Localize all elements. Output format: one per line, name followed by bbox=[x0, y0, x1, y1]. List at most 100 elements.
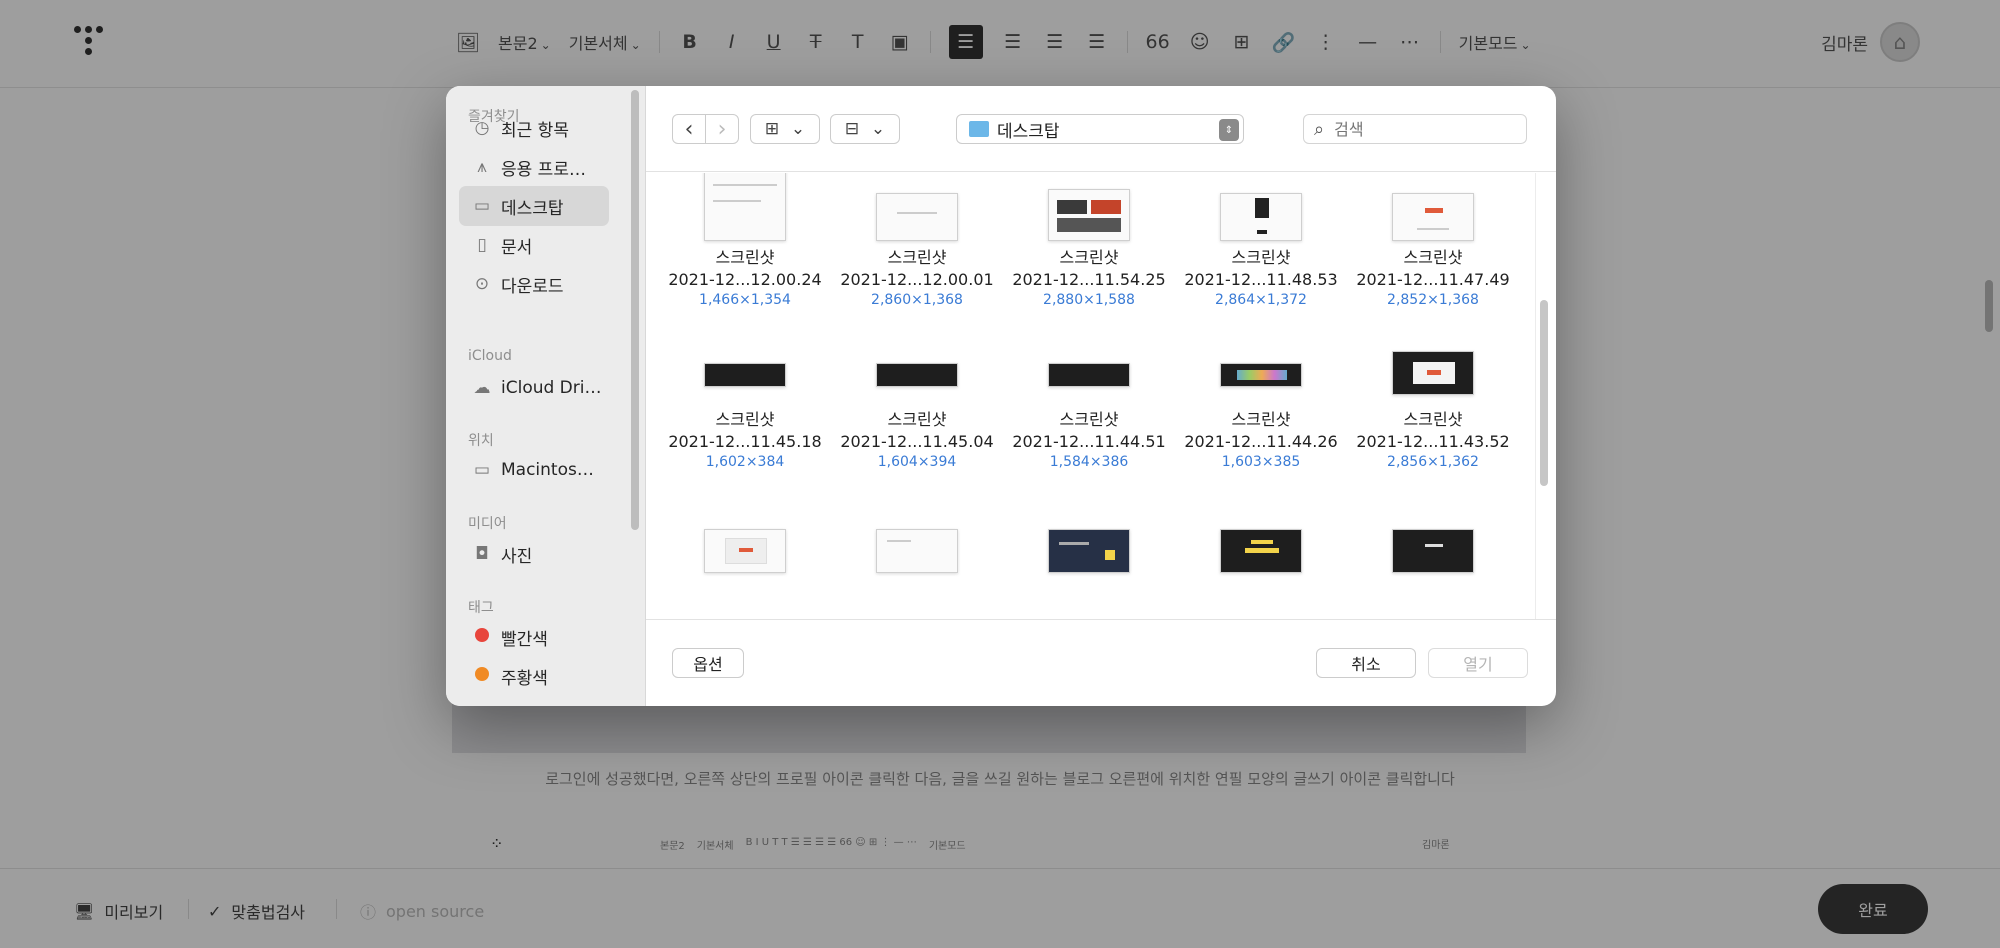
file-date: 2021-12...11.45.04 bbox=[840, 432, 994, 451]
sidebar-item-label: 최근 항목 bbox=[501, 120, 569, 141]
file-thumbnail bbox=[876, 193, 958, 241]
file-name: 스크린샷 bbox=[1059, 410, 1119, 429]
search-input[interactable] bbox=[1334, 119, 1495, 139]
file-dimensions: 2,856×1,362 bbox=[1387, 454, 1479, 470]
file-item[interactable] bbox=[660, 529, 830, 573]
file-item[interactable]: 스크린샷 2021-12...11.43.52 2,856×1,362 bbox=[1348, 351, 1518, 470]
locations-header: 위치 bbox=[468, 433, 494, 449]
file-item[interactable]: 스크린샷 2021-12...12.00.01 2,860×1,368 bbox=[832, 173, 1002, 308]
sidebar-item-label: 빨간색 bbox=[501, 629, 548, 650]
sidebar-item-icloud-drive[interactable]: ☁ iCloud Dri… bbox=[459, 368, 609, 408]
sidebar-item-label: 주황색 bbox=[501, 668, 548, 689]
file-thumbnail bbox=[1392, 529, 1474, 573]
file-thumbnail bbox=[1220, 363, 1302, 387]
file-date: 2021-12...11.47.49 bbox=[1356, 270, 1510, 289]
forward-button[interactable]: › bbox=[705, 114, 739, 144]
sidebar-item-label: 다운로드 bbox=[501, 276, 564, 297]
file-dimensions: 1,602×384 bbox=[705, 454, 785, 470]
finder-sidebar: 즐겨찾기 ◷ 최근 항목 ⩚ 응용 프로… ▭ 데스크탑 ▯ 문서 ⊙ 다운로드… bbox=[446, 86, 646, 706]
file-dimensions: 2,864×1,372 bbox=[1215, 292, 1307, 308]
sidebar-item-photos[interactable]: ◘ 사진 bbox=[459, 534, 609, 574]
file-name: 스크린샷 bbox=[887, 410, 947, 429]
chevron-right-icon: › bbox=[717, 116, 727, 142]
view-mode-button[interactable]: ⊞ ⌄ bbox=[750, 114, 820, 144]
sidebar-item-label: iCloud Dri… bbox=[501, 378, 602, 398]
sidebar-item-recents[interactable]: ◷ 최근 항목 bbox=[459, 108, 609, 148]
file-date: 2021-12...11.44.51 bbox=[1012, 432, 1166, 451]
file-grid: 스크린샷 2021-12...12.00.24 1,466×1,354 스크린샷… bbox=[646, 173, 1556, 619]
file-date: 2021-12...11.54.25 bbox=[1012, 270, 1166, 289]
file-dimensions: 1,584×386 bbox=[1049, 454, 1129, 470]
file-thumbnail bbox=[1392, 351, 1474, 395]
file-dimensions: 1,466×1,354 bbox=[699, 292, 791, 308]
file-thumbnail bbox=[704, 173, 786, 241]
file-dimensions: 1,604×394 bbox=[877, 454, 957, 470]
download-icon: ⊙ bbox=[474, 274, 490, 294]
clock-icon: ◷ bbox=[474, 118, 490, 138]
file-dimensions: 2,860×1,368 bbox=[871, 292, 963, 308]
camera-icon: ◘ bbox=[475, 544, 489, 564]
sidebar-item-label: 문서 bbox=[501, 237, 533, 258]
file-date: 2021-12...12.00.24 bbox=[668, 270, 822, 289]
file-item[interactable] bbox=[832, 529, 1002, 573]
dialog-footer: 옵션 취소 열기 bbox=[646, 619, 1556, 706]
file-thumbnail bbox=[1220, 193, 1302, 241]
sidebar-item-label: Macintos… bbox=[501, 460, 594, 480]
file-thumbnail bbox=[1048, 189, 1130, 241]
sidebar-item-documents[interactable]: ▯ 문서 bbox=[459, 225, 609, 265]
location-popup[interactable]: 데스크탑 ⇕ bbox=[956, 114, 1244, 144]
sidebar-item-applications[interactable]: ⩚ 응용 프로… bbox=[459, 147, 609, 187]
file-dimensions: 1,603×385 bbox=[1221, 454, 1301, 470]
media-header: 미디어 bbox=[468, 516, 507, 532]
sidebar-item-downloads[interactable]: ⊙ 다운로드 bbox=[459, 264, 609, 304]
sidebar-item-desktop[interactable]: ▭ 데스크탑 bbox=[459, 186, 609, 226]
file-thumbnail bbox=[1048, 363, 1130, 387]
cloud-icon: ☁ bbox=[473, 378, 491, 398]
chevron-down-icon: ⌄ bbox=[870, 119, 886, 139]
open-button[interactable]: 열기 bbox=[1428, 648, 1528, 678]
file-item[interactable]: 스크린샷 2021-12...11.44.26 1,603×385 bbox=[1176, 359, 1346, 470]
options-button[interactable]: 옵션 bbox=[672, 648, 744, 678]
location-label: 데스크탑 bbox=[997, 121, 1060, 142]
file-open-dialog: 즐겨찾기 ◷ 최근 항목 ⩚ 응용 프로… ▭ 데스크탑 ▯ 문서 ⊙ 다운로드… bbox=[446, 86, 1556, 706]
grid-scroll-track bbox=[1535, 173, 1536, 619]
file-item[interactable]: 스크린샷 2021-12...11.45.04 1,604×394 bbox=[832, 359, 1002, 470]
file-thumbnail bbox=[704, 363, 786, 387]
file-item[interactable] bbox=[1004, 529, 1174, 573]
chevron-left-icon: ‹ bbox=[684, 116, 694, 142]
file-date: 2021-12...11.45.18 bbox=[668, 432, 822, 451]
file-name: 스크린샷 bbox=[1231, 248, 1291, 267]
file-thumbnail bbox=[704, 529, 786, 573]
desktop-icon: ▭ bbox=[473, 196, 491, 216]
file-item[interactable]: 스크린샷 2021-12...11.54.25 2,880×1,588 bbox=[1004, 173, 1174, 308]
file-name: 스크린샷 bbox=[715, 410, 775, 429]
file-item[interactable]: 스크린샷 2021-12...11.45.18 1,602×384 bbox=[660, 359, 830, 470]
file-name: 스크린샷 bbox=[1403, 410, 1463, 429]
sidebar-item-tag-orange[interactable]: 주황색 bbox=[459, 656, 609, 696]
search-field[interactable]: ⌕ bbox=[1303, 114, 1527, 144]
group-by-button[interactable]: ⊟ ⌄ bbox=[830, 114, 900, 144]
file-name: 스크린샷 bbox=[887, 248, 947, 267]
file-item[interactable]: 스크린샷 2021-12...11.47.49 2,852×1,368 bbox=[1348, 173, 1518, 308]
orange-tag-icon bbox=[471, 666, 493, 686]
file-name: 스크린샷 bbox=[1403, 248, 1463, 267]
file-thumbnail bbox=[1392, 193, 1474, 241]
file-item[interactable] bbox=[1348, 529, 1518, 573]
back-button[interactable]: ‹ bbox=[672, 114, 706, 144]
file-item[interactable]: 스크린샷 2021-12...11.48.53 2,864×1,372 bbox=[1176, 173, 1346, 308]
grid-scrollbar[interactable] bbox=[1540, 300, 1548, 486]
sidebar-item-tag-red[interactable]: 빨간색 bbox=[459, 617, 609, 657]
file-item[interactable] bbox=[1176, 529, 1346, 573]
document-icon: ▯ bbox=[477, 235, 487, 255]
sidebar-item-label: 데스크탑 bbox=[501, 198, 564, 219]
sidebar-scrollbar[interactable] bbox=[631, 90, 639, 530]
file-date: 2021-12...11.44.26 bbox=[1184, 432, 1338, 451]
file-item[interactable]: 스크린샷 2021-12...11.44.51 1,584×386 bbox=[1004, 359, 1174, 470]
file-thumbnail bbox=[1220, 529, 1302, 573]
sidebar-item-macintosh-hd[interactable]: ▭ Macintos… bbox=[459, 450, 609, 490]
file-thumbnail bbox=[876, 529, 958, 573]
file-item[interactable]: 스크린샷 2021-12...12.00.24 1,466×1,354 bbox=[660, 173, 830, 308]
cancel-button[interactable]: 취소 bbox=[1316, 648, 1416, 678]
search-icon: ⌕ bbox=[1314, 118, 1325, 140]
file-date: 2021-12...11.48.53 bbox=[1184, 270, 1338, 289]
